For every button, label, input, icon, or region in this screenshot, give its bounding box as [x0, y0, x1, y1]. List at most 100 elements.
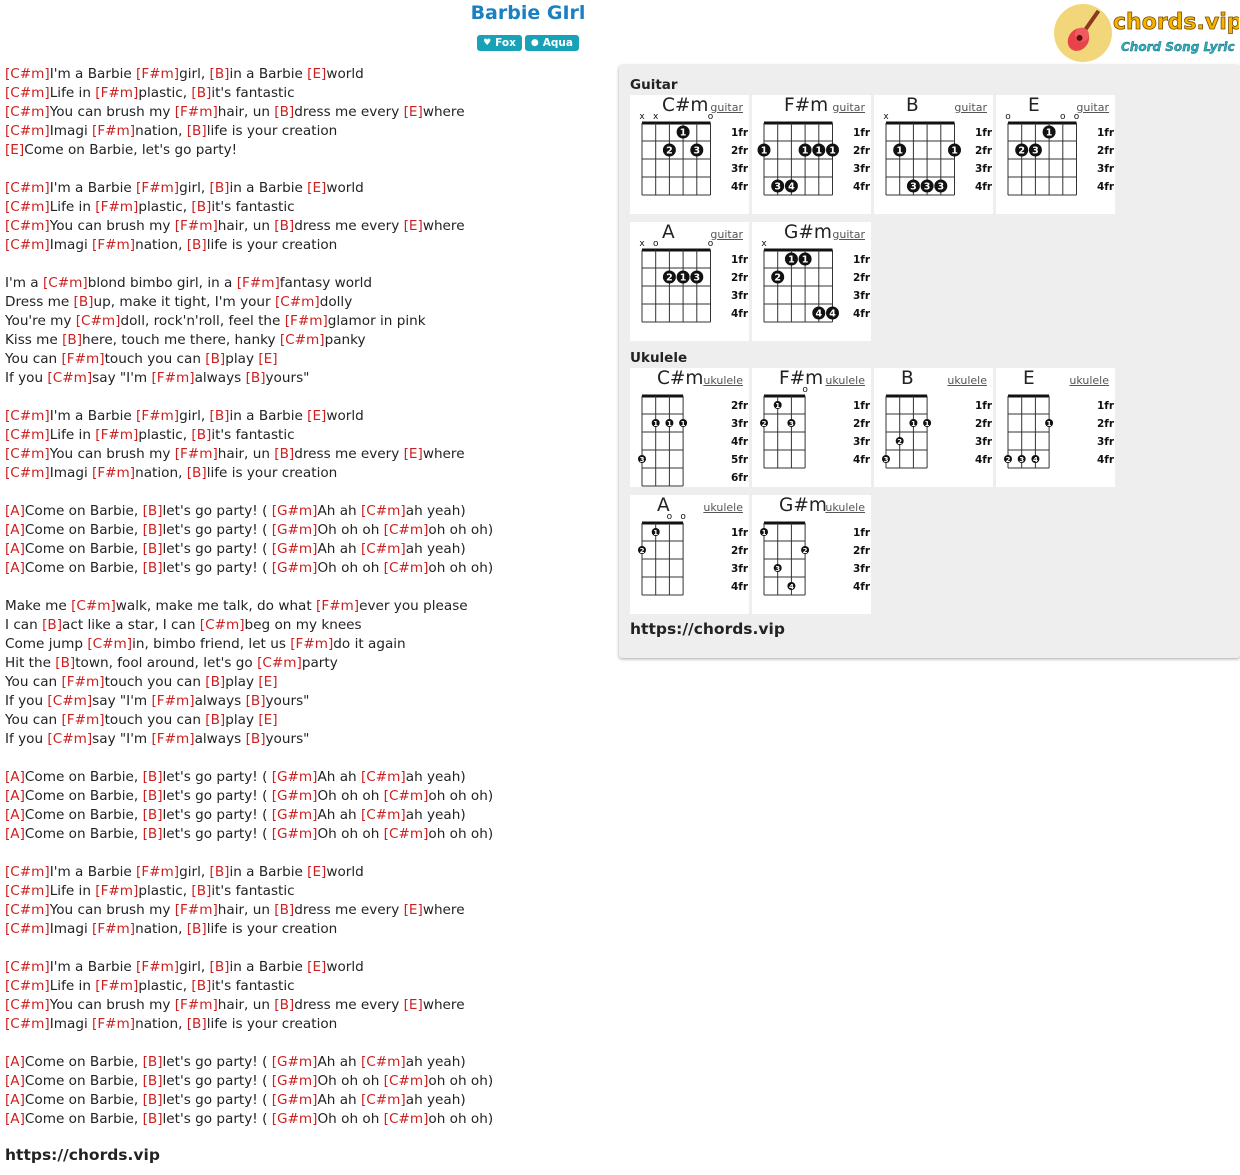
chord-tag[interactable]: [C#m]	[384, 522, 429, 538]
chord-tag[interactable]: [E]	[404, 104, 423, 120]
chord-tag[interactable]: [C#m]	[47, 370, 92, 386]
chord-tag[interactable]: [C#m]	[5, 408, 50, 424]
chord-tag[interactable]: [E]	[258, 674, 277, 690]
chord-tag[interactable]: [E]	[307, 959, 326, 975]
chord-tag[interactable]: [E]	[307, 66, 326, 82]
chord-tag[interactable]: [B]	[274, 218, 294, 234]
chord-tag[interactable]: [F#m]	[152, 731, 195, 747]
chord-tag[interactable]: [C#m]	[5, 180, 50, 196]
chord-tag[interactable]: [C#m]	[5, 1016, 50, 1032]
guitar-chord-card[interactable]: Aguitar 1fr 2fr 3fr 4fr x o o 2 1 3	[630, 222, 749, 341]
chord-tag[interactable]: [C#m]	[5, 218, 50, 234]
ukulele-chord-card[interactable]: Aukulele 1fr 2fr 3fr 4fr o o 1 2	[630, 495, 749, 614]
chord-tag[interactable]: [B]	[187, 921, 207, 937]
chord-tag[interactable]: [F#m]	[92, 1016, 135, 1032]
chord-tag[interactable]: [C#m]	[5, 921, 50, 937]
guitar-chord-card[interactable]: Eguitar 1fr 2fr 3fr 4fr o o o 1 2 3	[996, 95, 1115, 214]
chord-tag[interactable]: [E]	[307, 180, 326, 196]
chord-tag[interactable]: [F#m]	[152, 370, 195, 386]
chord-tag[interactable]: [B]	[246, 370, 266, 386]
chord-tag[interactable]: [C#m]	[5, 902, 50, 918]
chord-tag[interactable]: [B]	[210, 66, 230, 82]
chord-tag[interactable]: [E]	[258, 712, 277, 728]
chord-tag[interactable]: [B]	[143, 560, 163, 576]
chord-tag[interactable]: [A]	[5, 522, 25, 538]
chord-tag[interactable]: [C#m]	[361, 769, 406, 785]
chord-tag[interactable]: [F#m]	[175, 446, 218, 462]
chord-tag[interactable]: [F#m]	[175, 218, 218, 234]
chord-tag[interactable]: [B]	[205, 351, 225, 367]
chord-tag[interactable]: [C#m]	[361, 1092, 406, 1108]
chord-tag[interactable]: [G#m]	[272, 1092, 318, 1108]
chord-tag[interactable]: [B]	[143, 1054, 163, 1070]
chord-tag[interactable]: [A]	[5, 1054, 25, 1070]
chord-tag[interactable]: [C#m]	[275, 294, 320, 310]
chord-tag[interactable]: [B]	[210, 180, 230, 196]
chord-tag[interactable]: [C#m]	[384, 826, 429, 842]
chord-tag[interactable]: [F#m]	[152, 693, 195, 709]
chord-tag[interactable]: [E]	[404, 446, 423, 462]
chord-tag[interactable]: [B]	[143, 769, 163, 785]
chord-tag[interactable]: [C#m]	[384, 560, 429, 576]
chord-tag[interactable]: [F#m]	[95, 978, 138, 994]
chord-tag[interactable]: [C#m]	[384, 1073, 429, 1089]
chord-tag[interactable]: [C#m]	[5, 85, 50, 101]
chord-tag[interactable]: [A]	[5, 807, 25, 823]
chord-tag[interactable]: [B]	[143, 503, 163, 519]
chord-tag[interactable]: [C#m]	[5, 123, 50, 139]
chord-tag[interactable]: [B]	[246, 731, 266, 747]
chord-tag[interactable]: [C#m]	[280, 332, 325, 348]
chord-tag[interactable]: [F#m]	[136, 66, 179, 82]
chord-tag[interactable]: [C#m]	[5, 66, 50, 82]
chord-tag[interactable]: [E]	[5, 142, 24, 158]
chord-tag[interactable]: [F#m]	[136, 180, 179, 196]
chord-tag[interactable]: [B]	[274, 446, 294, 462]
chord-tag[interactable]: [B]	[191, 427, 211, 443]
chord-tag[interactable]: [B]	[143, 1092, 163, 1108]
chord-tag[interactable]: [B]	[143, 1111, 163, 1127]
chord-tag[interactable]: [B]	[143, 826, 163, 842]
chord-tag[interactable]: [B]	[274, 997, 294, 1013]
chord-tag[interactable]: [F#m]	[95, 85, 138, 101]
badge-aqua[interactable]: ● Aqua	[524, 35, 579, 51]
chord-tag[interactable]: [C#m]	[361, 541, 406, 557]
ukulele-chord-card[interactable]: G#m ukulele 1fr 2fr 3fr 4fr 1 2 3 4	[752, 495, 871, 614]
chord-tag[interactable]: [C#m]	[384, 788, 429, 804]
chord-tag[interactable]: [E]	[307, 864, 326, 880]
chord-tag[interactable]: [F#m]	[290, 636, 333, 652]
chord-tag[interactable]: [F#m]	[175, 902, 218, 918]
chord-tag[interactable]: [G#m]	[272, 826, 318, 842]
chord-tag[interactable]: [E]	[404, 902, 423, 918]
chord-tag[interactable]: [B]	[191, 85, 211, 101]
chord-tag[interactable]: [B]	[187, 123, 207, 139]
chord-tag[interactable]: [G#m]	[272, 541, 318, 557]
chord-tag[interactable]: [B]	[62, 332, 82, 348]
chord-tag[interactable]: [C#m]	[361, 807, 406, 823]
chord-tag[interactable]: [A]	[5, 1073, 25, 1089]
chord-tag[interactable]: [C#m]	[5, 237, 50, 253]
chord-tag[interactable]: [C#m]	[5, 959, 50, 975]
chord-tag[interactable]: [E]	[258, 351, 277, 367]
chord-tag[interactable]: [B]	[205, 712, 225, 728]
guitar-chord-card[interactable]: F#m guitar 1fr 2fr 3fr 4fr 1 1 1 1 3 4	[752, 95, 871, 214]
chord-tag[interactable]: [C#m]	[5, 446, 50, 462]
chord-tag[interactable]: [C#m]	[5, 199, 50, 215]
chord-tag[interactable]: [C#m]	[257, 655, 302, 671]
chord-tag[interactable]: [C#m]	[361, 503, 406, 519]
chord-tag[interactable]: [F#m]	[95, 427, 138, 443]
chord-tag[interactable]: [A]	[5, 1092, 25, 1108]
chord-tag[interactable]: [C#m]	[5, 883, 50, 899]
chord-tag[interactable]: [B]	[143, 522, 163, 538]
chord-tag[interactable]: [F#m]	[92, 237, 135, 253]
chord-tag[interactable]: [E]	[307, 408, 326, 424]
chord-tag[interactable]: [B]	[274, 902, 294, 918]
chord-tag[interactable]: [C#m]	[5, 978, 50, 994]
chord-tag[interactable]: [B]	[55, 655, 75, 671]
chord-tag[interactable]: [E]	[404, 218, 423, 234]
guitar-chord-card[interactable]: C#m guitar 1fr 2fr 3fr 4fr x x o 1 2 3	[630, 95, 749, 214]
chord-tag[interactable]: [B]	[143, 788, 163, 804]
chord-tag[interactable]: [B]	[210, 864, 230, 880]
chord-tag[interactable]: [C#m]	[43, 275, 88, 291]
chord-tag[interactable]: [C#m]	[71, 598, 116, 614]
chord-tag[interactable]: [F#m]	[92, 465, 135, 481]
